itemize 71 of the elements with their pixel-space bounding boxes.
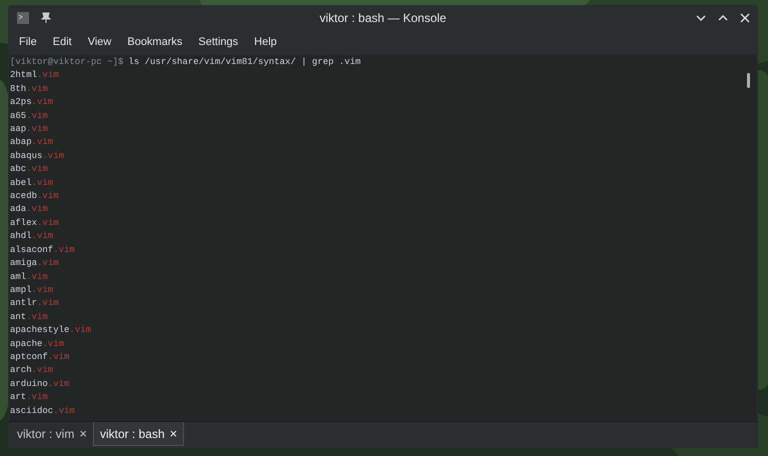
menu-item[interactable]: Bookmarks [120, 34, 190, 51]
file-name: apache [10, 338, 42, 349]
file-name: art [10, 392, 26, 402]
match-highlight: .vim [26, 312, 48, 322]
match-highlight: .vim [48, 352, 70, 362]
match-highlight: .vim [26, 204, 48, 214]
match-highlight: .vim [26, 84, 48, 94]
shell-prompt: [viktor@viktor-pc ~]$ [10, 57, 124, 67]
file-name: apachestyle [10, 325, 70, 336]
file-name: a65 [10, 110, 26, 121]
window-title: viktor : bash — Konsole [320, 10, 446, 26]
file-name: amiga [10, 258, 38, 268]
match-highlight: .vim [69, 325, 92, 336]
file-name: aap [10, 124, 26, 134]
match-highlight: .vim [26, 110, 48, 121]
maximize-icon[interactable] [718, 12, 728, 22]
file-name: asciidoc [10, 406, 54, 416]
file-name: a2ps [10, 97, 32, 108]
match-highlight: .vim [26, 392, 48, 402]
file-name: 2html [10, 70, 38, 80]
file-name: abaqus [10, 150, 42, 161]
match-highlight: .vim [53, 406, 75, 416]
match-highlight: .vim [37, 191, 59, 202]
file-name: aml [10, 272, 26, 282]
file-name: arduino [10, 378, 48, 389]
match-highlight: .vim [32, 231, 54, 242]
file-name: aflex [10, 218, 38, 228]
file-name: acedb [10, 191, 38, 202]
match-highlight: .vim [42, 150, 64, 161]
file-name: abc [10, 164, 26, 174]
match-highlight: .vim [42, 338, 64, 349]
file-name: arch [10, 365, 32, 376]
close-tab-button[interactable]: × [170, 424, 178, 444]
file-name: ahdl [10, 231, 32, 242]
match-highlight: .vim [37, 298, 59, 308]
minimize-icon[interactable] [696, 12, 706, 22]
match-highlight: .vim [37, 70, 59, 80]
match-highlight: .vim [32, 137, 54, 148]
file-name: alsaconf [10, 244, 54, 255]
file-name: ada [10, 204, 26, 214]
file-name: 8th [10, 84, 26, 94]
file-name: aptconf [10, 352, 48, 362]
file-name: antlr [10, 298, 38, 308]
close-tab-button[interactable]: × [79, 424, 87, 444]
match-highlight: .vim [26, 124, 48, 134]
match-highlight: .vim [32, 284, 54, 295]
close-icon[interactable] [740, 12, 750, 22]
menu-item[interactable]: File [12, 34, 44, 51]
file-name: ant [10, 312, 26, 322]
match-highlight: .vim [53, 244, 75, 255]
file-name: ampl [10, 284, 32, 295]
match-highlight: .vim [26, 164, 48, 174]
match-highlight: .vim [26, 272, 48, 282]
menu-item[interactable]: Settings [191, 34, 246, 51]
scrollbar-thumb[interactable] [747, 73, 750, 88]
tab[interactable]: viktor : bash × [92, 422, 184, 446]
tab[interactable]: viktor : vim × [11, 422, 93, 446]
file-name: abel [10, 178, 32, 188]
match-highlight: .vim [32, 97, 54, 108]
match-highlight: .vim [37, 258, 59, 268]
match-highlight: .vim [32, 365, 54, 376]
match-highlight: .vim [48, 378, 70, 389]
file-name: abap [10, 137, 32, 148]
command-text: ls /usr/share/vim/vim81/syntax/ | grep .vim [128, 57, 361, 67]
match-highlight: .vim [32, 178, 54, 188]
pin-icon[interactable] [40, 12, 52, 24]
match-highlight: .vim [37, 218, 59, 228]
menu-item[interactable]: Edit [46, 34, 79, 51]
menu-item[interactable]: View [80, 34, 118, 51]
menu-item[interactable]: Help [247, 34, 284, 51]
terminal-icon[interactable] [16, 10, 30, 24]
